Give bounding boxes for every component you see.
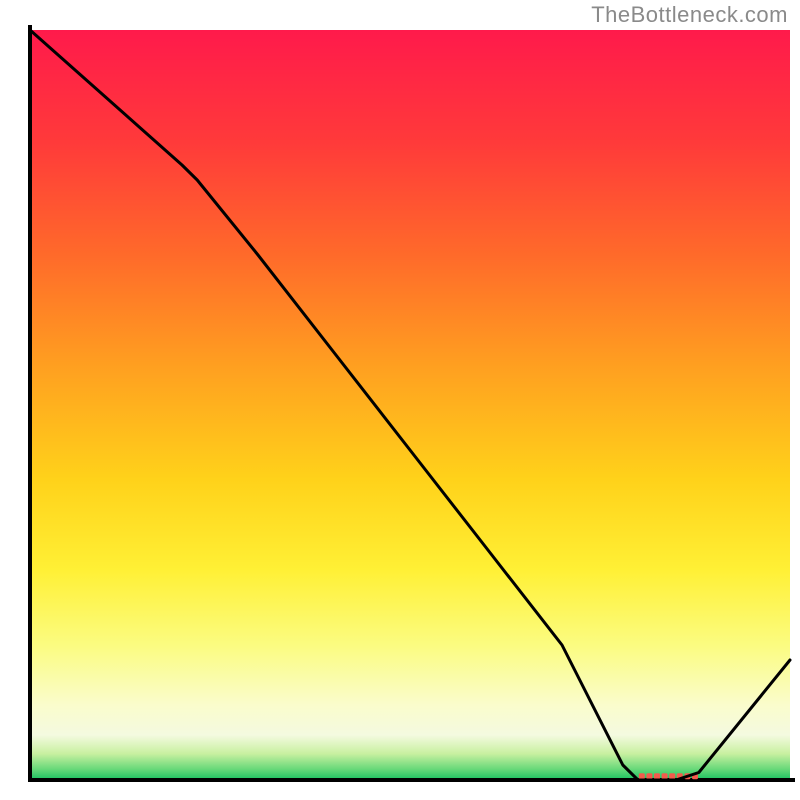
chart-container: TheBottleneck.com xyxy=(0,0,800,800)
chart-plot xyxy=(0,0,800,800)
watermark-text: TheBottleneck.com xyxy=(591,2,788,28)
plot-background xyxy=(30,30,790,780)
